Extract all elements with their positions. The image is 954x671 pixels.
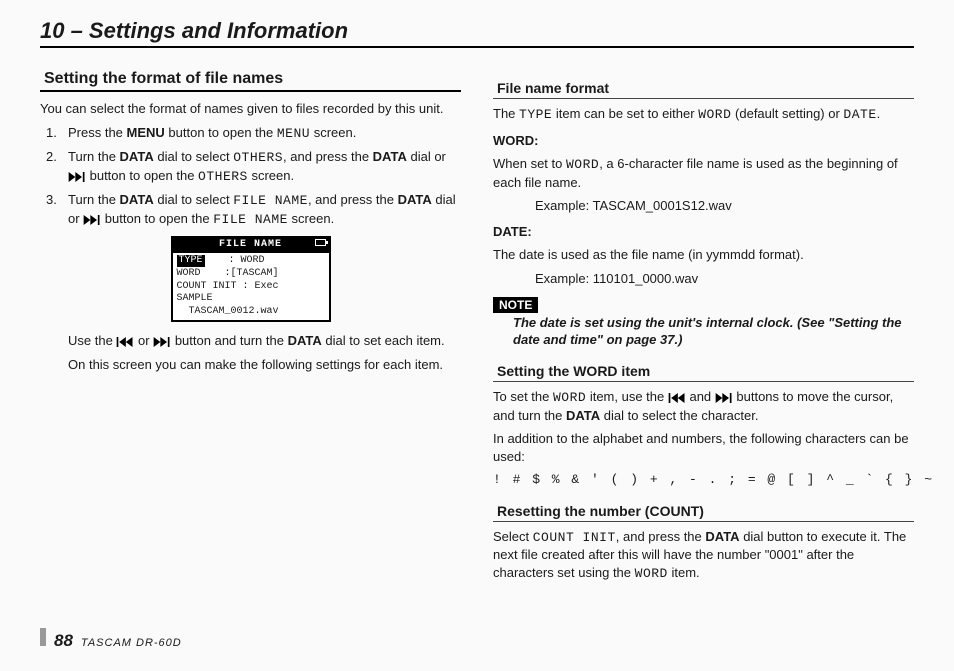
step-1: 1. Press the MENU button to open the MEN…: [68, 124, 461, 143]
chapter-title: 10 – Settings and Information: [40, 18, 914, 44]
format-desc: The TYPE item can be set to either WORD …: [493, 105, 914, 124]
word-desc: When set to WORD, a 6-character file nam…: [493, 155, 914, 191]
footer-accent-bar: [40, 628, 46, 646]
page-footer: 88 TASCAM DR-60D: [40, 628, 182, 651]
fast-forward-icon: [153, 337, 171, 347]
right-column: File name format The TYPE item can be se…: [493, 66, 914, 589]
after-lcd-2: On this screen you can make the followin…: [68, 356, 461, 374]
section-reset-count: Resetting the number (COUNT): [493, 503, 914, 522]
fast-forward-icon: [68, 172, 86, 182]
section-file-name-format: File name format: [493, 80, 914, 99]
note-badge: NOTE: [493, 297, 538, 313]
allowed-chars: ! # $ % & ' ( ) + , - . ; = @ [ ] ^ _ ` …: [493, 471, 914, 489]
steps-list: 1. Press the MENU button to open the MEN…: [40, 124, 461, 229]
left-column: Setting the format of file names You can…: [40, 66, 461, 589]
battery-icon: [315, 239, 326, 246]
note-text: The date is set using the unit's interna…: [513, 315, 914, 349]
step-2: 2. Turn the DATA dial to select OTHERS, …: [68, 148, 461, 185]
fast-forward-icon: [83, 215, 101, 225]
date-desc: The date is used as the file name (in yy…: [493, 246, 914, 264]
word-label: WORD:: [493, 132, 914, 150]
rewind-icon: [116, 337, 134, 347]
lcd-screenshot: FILE NAME TYPE : WORD WORD :[TASCAM] COU…: [171, 236, 331, 322]
date-example: Example: 110101_0000.wav: [535, 270, 914, 288]
fast-forward-icon: [715, 393, 733, 403]
intro-text: You can select the format of names given…: [40, 100, 461, 118]
word-item-desc: To set the WORD item, use the and button…: [493, 388, 914, 424]
section-file-name-format-setting: Setting the format of file names: [40, 70, 461, 92]
section-word-item: Setting the WORD item: [493, 363, 914, 382]
reset-desc: Select COUNT INIT, and press the DATA di…: [493, 528, 914, 583]
word-example: Example: TASCAM_0001S12.wav: [535, 197, 914, 215]
page-number: 88: [54, 631, 73, 651]
word-item-chars-intro: In addition to the alphabet and numbers,…: [493, 430, 914, 465]
after-lcd-1: Use the or button and turn the DATA dial…: [68, 332, 461, 350]
date-label: DATE:: [493, 223, 914, 241]
rewind-icon: [668, 393, 686, 403]
model-name: TASCAM DR-60D: [81, 637, 182, 649]
step-3: 3. Turn the DATA dial to select FILE NAM…: [68, 191, 461, 228]
